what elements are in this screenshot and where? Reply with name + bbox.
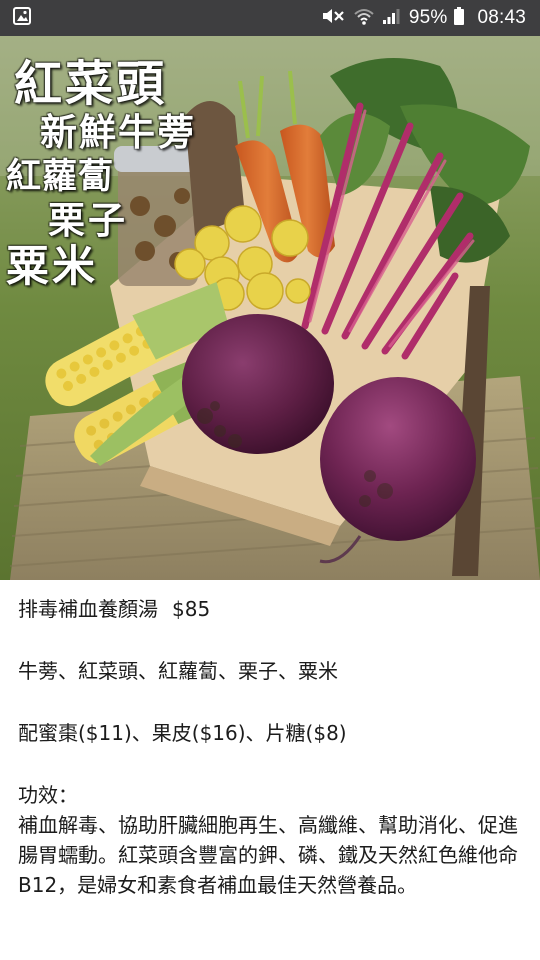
wifi-icon bbox=[353, 6, 375, 30]
status-bar: 95% 08:43 bbox=[0, 0, 540, 36]
post-description: 排毒補血養顏湯 $85 牛蒡、紅菜頭、紅蘿蔔、栗子、粟米 配蜜棗($11)、果皮(… bbox=[18, 584, 526, 900]
battery-percentage: 95% bbox=[408, 7, 448, 28]
benefits-heading: 功效： bbox=[18, 783, 78, 807]
clock: 08:43 bbox=[477, 7, 526, 28]
addons-text: 配蜜棗($11)、果皮($16)、片糖($8) bbox=[18, 721, 347, 745]
benefits-text: 補血解毒、協助肝臟細胞再生、高纖維、幫助消化、促進腸胃蠕動。紅菜頭含豐富的鉀、磷… bbox=[18, 813, 518, 897]
battery-icon bbox=[453, 6, 465, 30]
screen: 95% 08:43 紅菜頭 新鮮牛蒡 紅蘿蔔 栗子 粟米 排毒補血養顏湯 $85… bbox=[0, 0, 540, 960]
mute-icon bbox=[321, 6, 347, 30]
product-price: $85 bbox=[172, 597, 211, 621]
image-notification-icon bbox=[12, 6, 32, 30]
caption-line: 粟米 bbox=[6, 242, 98, 292]
product-line: 排毒補血養顏湯 $85 bbox=[18, 594, 526, 624]
signal-icon bbox=[381, 6, 401, 30]
product-name: 排毒補血養顏湯 bbox=[18, 597, 158, 621]
ingredients-text: 牛蒡、紅菜頭、紅蘿蔔、栗子、粟米 bbox=[18, 659, 338, 683]
vegetables-photo[interactable]: 紅菜頭 新鮮牛蒡 紅蘿蔔 栗子 粟米 bbox=[0, 36, 540, 580]
